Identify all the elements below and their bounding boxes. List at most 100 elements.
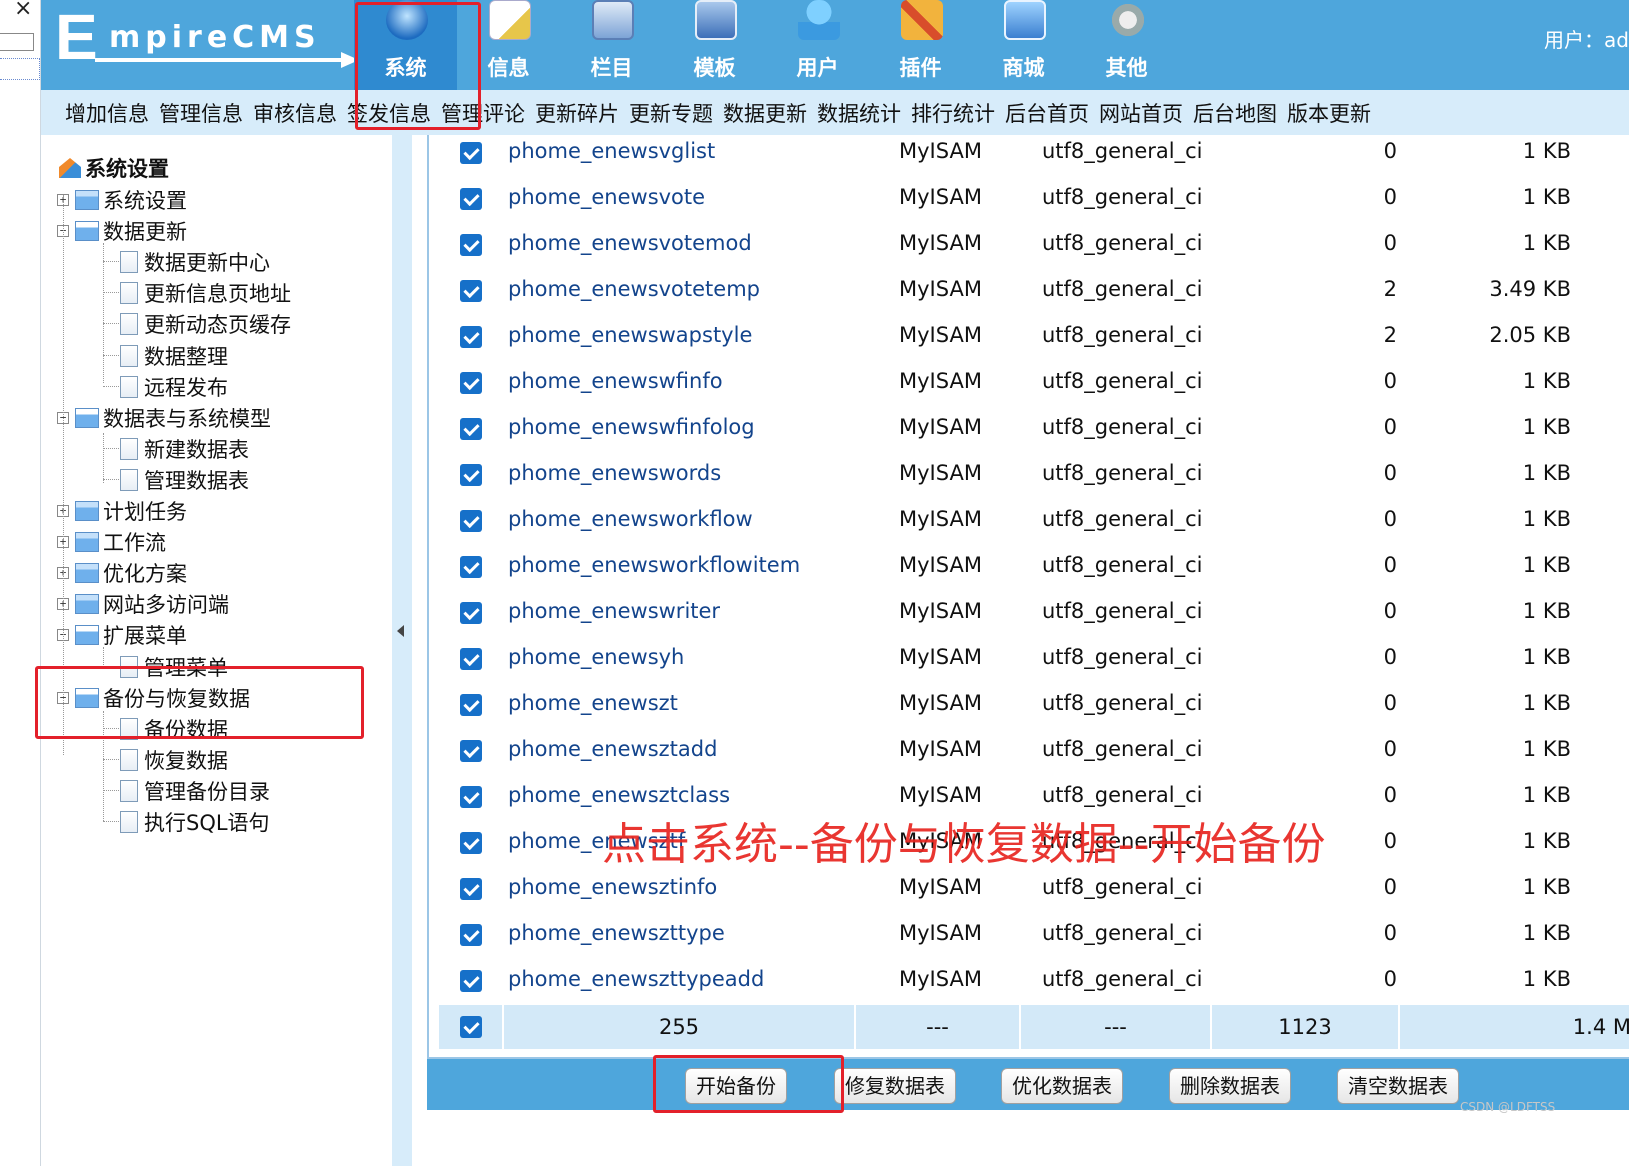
row-checkbox[interactable] xyxy=(460,234,482,256)
table-name-link[interactable]: phome_enewszt xyxy=(508,691,678,715)
empty-tables-button[interactable]: 清空数据表 xyxy=(1337,1068,1459,1104)
sidebar-item[interactable]: + 计划任务 xyxy=(57,496,187,526)
sidebar-item[interactable]: + 工作流 xyxy=(57,527,166,557)
page-icon xyxy=(120,437,138,460)
subnav-link[interactable]: 后台地图 xyxy=(1193,98,1277,128)
summary-size-text: 1.4 M xyxy=(1572,1015,1629,1039)
sidebar-item[interactable]: + 网站多访问端 xyxy=(57,589,229,619)
select-all-checkbox[interactable] xyxy=(460,1016,482,1038)
subnav-link[interactable]: 排行统计 xyxy=(911,98,995,128)
nav-item[interactable]: 栏目 xyxy=(560,0,663,90)
sidebar-item[interactable]: − 数据表与系统模型 xyxy=(57,403,271,433)
table-name-link[interactable]: phome_enewswfinfolog xyxy=(508,415,755,439)
table-name-link[interactable]: phome_enewsvglist xyxy=(508,139,715,163)
sidebar-item[interactable]: 数据整理 xyxy=(120,341,228,371)
close-icon[interactable]: × xyxy=(14,0,32,21)
nav-item[interactable]: 模板 xyxy=(663,0,766,90)
table-row-count: 2 xyxy=(1383,277,1397,301)
table-name-link[interactable]: phome_enewsworkflow xyxy=(508,507,753,531)
row-checkbox[interactable] xyxy=(460,142,482,164)
subnav-link[interactable]: 网站首页 xyxy=(1099,98,1183,128)
row-checkbox[interactable] xyxy=(460,648,482,670)
subnav-link[interactable]: 数据统计 xyxy=(817,98,901,128)
table-collation: utf8_general_ci xyxy=(1042,139,1203,163)
sidebar-item[interactable]: 更新动态页缓存 xyxy=(120,309,291,339)
row-checkbox[interactable] xyxy=(460,832,482,854)
sidebar-item[interactable]: 管理备份目录 xyxy=(120,776,270,806)
table-name-link[interactable]: phome_enewsyh xyxy=(508,645,684,669)
table-name-link[interactable]: phome_enewszttypeadd xyxy=(508,967,764,991)
sidebar-item[interactable]: 执行SQL语句 xyxy=(120,807,270,837)
sidebar-item[interactable]: − 扩展菜单 xyxy=(57,620,187,650)
subnav-link[interactable]: 管理信息 xyxy=(159,98,243,128)
sidebar-item[interactable]: + 系统设置 xyxy=(57,185,187,215)
row-checkbox[interactable] xyxy=(460,602,482,624)
optimize-tables-button[interactable]: 优化数据表 xyxy=(1001,1068,1123,1104)
subnav-link[interactable]: 更新专题 xyxy=(629,98,713,128)
row-checkbox[interactable] xyxy=(460,418,482,440)
row-checkbox[interactable] xyxy=(460,280,482,302)
page-icon xyxy=(120,779,138,802)
nav-item[interactable]: 其他 xyxy=(1075,0,1178,90)
page-icon xyxy=(120,313,138,336)
row-checkbox[interactable] xyxy=(460,740,482,762)
row-checkbox[interactable] xyxy=(460,326,482,348)
user-label: 用户：ad xyxy=(1544,28,1629,52)
folder-icon xyxy=(75,407,99,428)
table-name-link[interactable]: phome_enewsztadd xyxy=(508,737,717,761)
sub-nav: 增加信息 管理信息 审核信息 签发信息 管理评论 更新碎片 更新专题 数据更新 数据统计 排行统计… xyxy=(41,90,1629,135)
tree-root[interactable]: 系统设置 xyxy=(59,153,169,183)
row-checkbox[interactable] xyxy=(460,786,482,808)
row-checkbox[interactable] xyxy=(460,464,482,486)
table-engine: MyISAM xyxy=(899,599,982,623)
folder-icon xyxy=(75,563,99,584)
table-name-link[interactable]: phome_enewswapstyle xyxy=(508,323,752,347)
subnav-link[interactable]: 更新碎片 xyxy=(535,98,619,128)
row-checkbox[interactable] xyxy=(460,188,482,210)
table-collation: utf8_general_ci xyxy=(1042,277,1203,301)
table-engine: MyISAM xyxy=(899,277,982,301)
sidebar-item[interactable]: 更新信息页地址 xyxy=(120,278,291,308)
delete-tables-button[interactable]: 删除数据表 xyxy=(1169,1068,1291,1104)
sidebar-item[interactable]: − 数据更新 xyxy=(57,216,187,246)
nav-item-label: 插件 xyxy=(899,56,942,80)
table-name-link[interactable]: phome_enewsvote xyxy=(508,185,705,209)
background-input[interactable] xyxy=(0,33,34,51)
row-checkbox[interactable] xyxy=(460,372,482,394)
sidebar-item[interactable]: 数据更新中心 xyxy=(120,247,270,277)
table-name-link[interactable]: phome_enewszttype xyxy=(508,921,725,945)
sidebar-item[interactable]: 新建数据表 xyxy=(120,434,249,464)
row-checkbox[interactable] xyxy=(460,556,482,578)
nav-item[interactable]: 商城 xyxy=(972,0,1075,90)
row-checkbox[interactable] xyxy=(460,970,482,992)
repair-tables-button[interactable]: 修复数据表 xyxy=(834,1068,956,1104)
tree-connector xyxy=(103,261,119,263)
table-name-link[interactable]: phome_enewswriter xyxy=(508,599,720,623)
sidebar-splitter[interactable] xyxy=(392,135,412,1166)
sidebar-item[interactable]: + 优化方案 xyxy=(57,558,187,588)
table-name-link[interactable]: phome_enewsztclass xyxy=(508,783,730,807)
table-name-link[interactable]: phome_enewswfinfo xyxy=(508,369,723,393)
subnav-link[interactable]: 版本更新 xyxy=(1287,98,1371,128)
table-name-link[interactable]: phome_enewsvotemod xyxy=(508,231,752,255)
table-name-link[interactable]: phome_enewsvotetemp xyxy=(508,277,760,301)
sidebar-item[interactable]: 管理数据表 xyxy=(120,465,249,495)
table-row: phome_enewsworkflow MyISAM utf8_general_ci… xyxy=(429,503,1629,549)
sidebar-item-label: 数据更新 xyxy=(103,220,187,245)
nav-item[interactable]: 插件 xyxy=(869,0,972,90)
subnav-link[interactable]: 增加信息 xyxy=(65,98,149,128)
row-checkbox[interactable] xyxy=(460,878,482,900)
subnav-link[interactable]: 审核信息 xyxy=(253,98,337,128)
sidebar-item[interactable]: 恢复数据 xyxy=(120,745,228,775)
row-checkbox[interactable] xyxy=(460,924,482,946)
nav-item[interactable]: 用户 xyxy=(766,0,869,90)
table-name-link[interactable]: phome_enewswords xyxy=(508,461,721,485)
subnav-link[interactable]: 数据更新 xyxy=(723,98,807,128)
row-checkbox[interactable] xyxy=(460,694,482,716)
subnav-link[interactable]: 后台首页 xyxy=(1005,98,1089,128)
sidebar-item[interactable]: 远程发布 xyxy=(120,372,228,402)
table-name-link[interactable]: phome_enewsztinfo xyxy=(508,875,717,899)
row-checkbox[interactable] xyxy=(460,510,482,532)
table-name-link[interactable]: phome_enewsworkflowitem xyxy=(508,553,800,577)
collapse-arrow-icon[interactable] xyxy=(397,625,404,637)
